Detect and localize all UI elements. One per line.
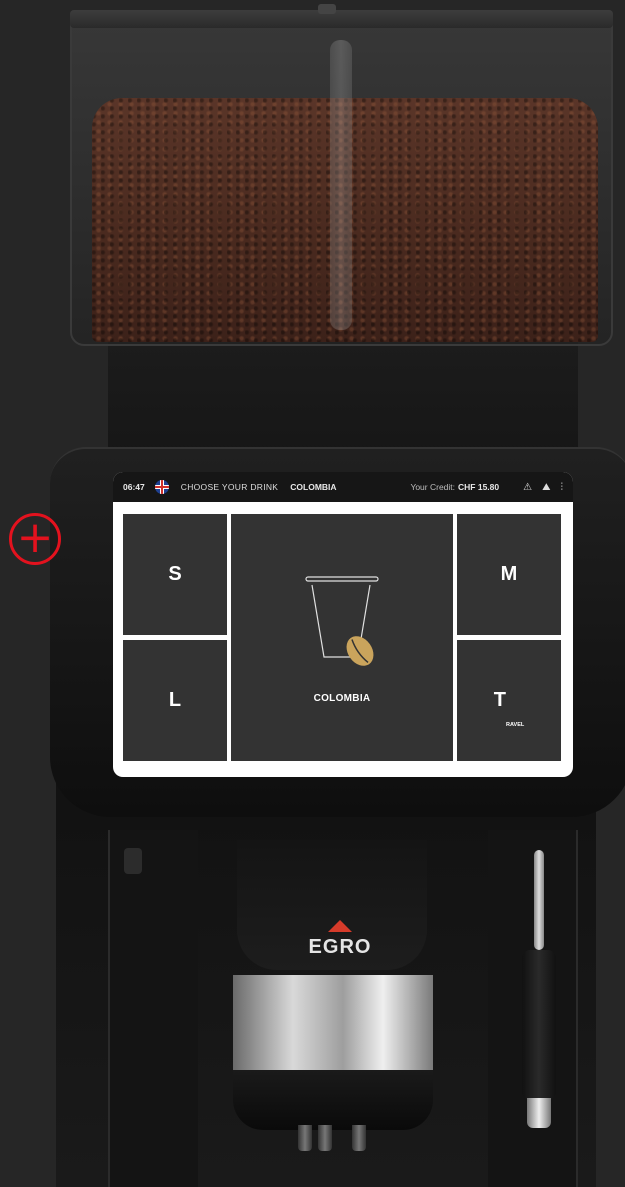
brand-logo: EGRO: [290, 920, 390, 966]
size-large-label: L: [168, 689, 182, 711]
drink-size-grid: S COLOMBIA M L T RAVEL: [123, 514, 563, 768]
status-product: COLOMBIA: [290, 482, 337, 492]
warning-icon[interactable]: ⚠: [523, 482, 532, 493]
hopper-divider: [330, 40, 352, 330]
size-medium-button[interactable]: M: [457, 514, 561, 635]
drink-name: COLOMBIA: [313, 693, 371, 704]
size-small-label: S: [168, 563, 182, 585]
steam-wand-grip[interactable]: [522, 950, 556, 1100]
size-small-button[interactable]: S: [123, 514, 227, 635]
machine-neck: [108, 340, 578, 460]
steam-wand: [534, 850, 544, 950]
steam-wand-tip: [527, 1098, 551, 1128]
nozzle-center: [318, 1125, 332, 1151]
add-marker-icon[interactable]: +: [9, 513, 61, 565]
nozzle-right: [352, 1125, 366, 1151]
settings-icon[interactable]: ⫶: [561, 482, 564, 493]
size-large-button[interactable]: L: [123, 640, 227, 761]
size-travel-sub-label: RAVEL: [505, 722, 525, 728]
size-travel-button[interactable]: T RAVEL: [457, 640, 561, 761]
hopper-lid: [70, 10, 613, 28]
touch-screen: 06:47 CHOOSE YOUR DRINK COLOMBIA Your Cr…: [113, 472, 573, 777]
service-icon[interactable]: ⛰: [542, 482, 550, 493]
side-knob: [124, 848, 142, 874]
status-bar: 06:47 CHOOSE YOUR DRINK COLOMBIA Your Cr…: [113, 472, 573, 502]
drink-preview[interactable]: COLOMBIA: [231, 514, 453, 761]
hopper-knob: [318, 4, 336, 14]
size-travel-label: T: [493, 689, 506, 711]
chrome-panel: [233, 975, 433, 1071]
size-medium-label: M: [500, 563, 518, 585]
status-time: 06:47: [123, 482, 145, 492]
credit-label: Your Credit:: [410, 482, 456, 492]
logo-mark-icon: [328, 920, 352, 932]
uk-flag-icon[interactable]: [154, 480, 169, 494]
logo-text: EGRO: [308, 936, 372, 958]
cup-icon: [292, 571, 392, 681]
left-side-panel: [108, 830, 198, 1187]
dispenser: [233, 1070, 433, 1130]
status-title: CHOOSE YOUR DRINK: [180, 482, 279, 492]
nozzle-left: [298, 1125, 312, 1151]
credit-value: CHF 15.80: [458, 482, 500, 492]
